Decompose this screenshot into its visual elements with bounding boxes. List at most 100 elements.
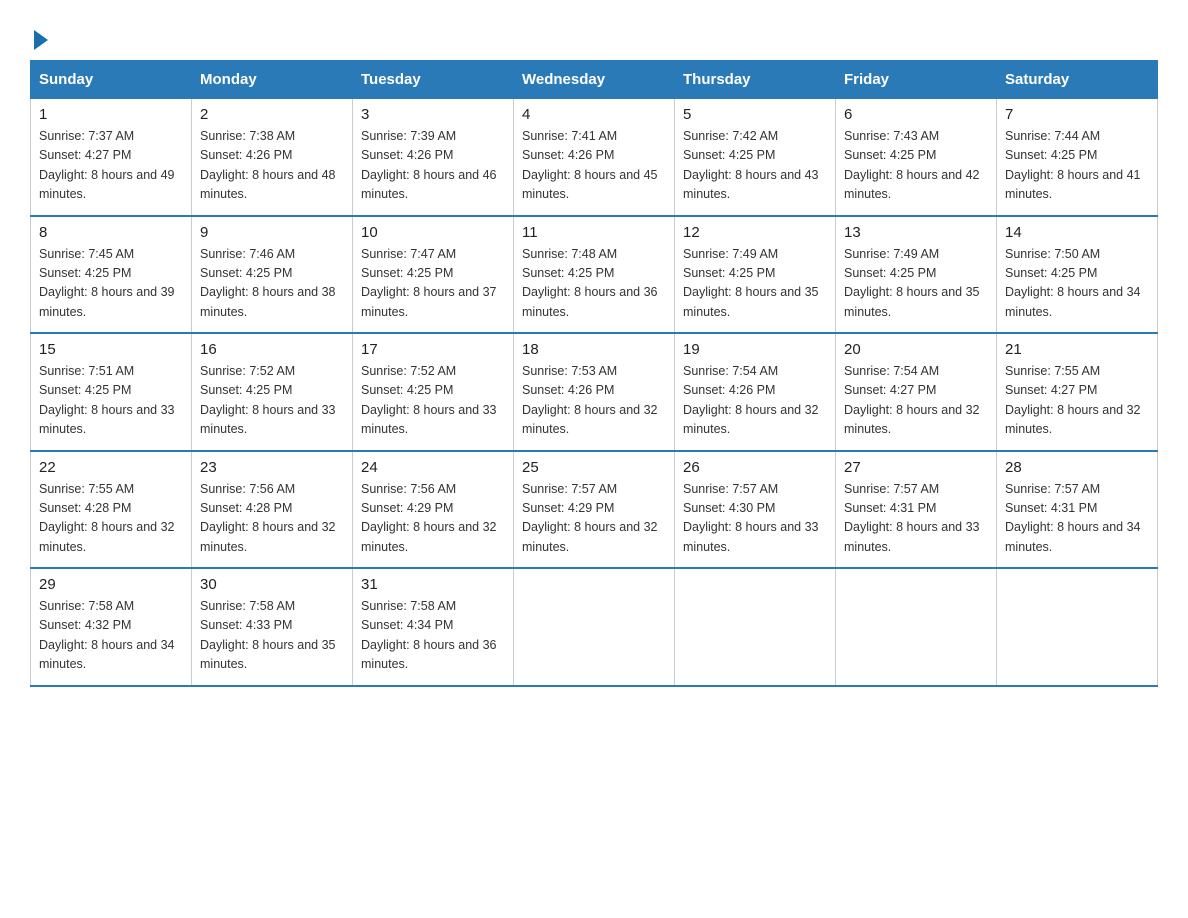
calendar-cell: 24 Sunrise: 7:56 AMSunset: 4:29 PMDaylig… [353, 451, 514, 569]
calendar-cell: 2 Sunrise: 7:38 AMSunset: 4:26 PMDayligh… [192, 99, 353, 216]
day-info: Sunrise: 7:47 AMSunset: 4:25 PMDaylight:… [361, 247, 497, 319]
day-info: Sunrise: 7:37 AMSunset: 4:27 PMDaylight:… [39, 129, 175, 201]
calendar-cell: 30 Sunrise: 7:58 AMSunset: 4:33 PMDaylig… [192, 568, 353, 686]
day-number: 31 [361, 576, 505, 593]
calendar-cell: 19 Sunrise: 7:54 AMSunset: 4:26 PMDaylig… [675, 333, 836, 451]
day-info: Sunrise: 7:55 AMSunset: 4:28 PMDaylight:… [39, 482, 175, 554]
day-number: 24 [361, 459, 505, 476]
weekday-header-sunday: Sunday [31, 61, 192, 99]
day-info: Sunrise: 7:57 AMSunset: 4:31 PMDaylight:… [1005, 482, 1141, 554]
weekday-header-row: SundayMondayTuesdayWednesdayThursdayFrid… [31, 61, 1158, 99]
day-number: 15 [39, 341, 183, 358]
calendar-cell: 17 Sunrise: 7:52 AMSunset: 4:25 PMDaylig… [353, 333, 514, 451]
day-info: Sunrise: 7:57 AMSunset: 4:31 PMDaylight:… [844, 482, 980, 554]
day-number: 8 [39, 224, 183, 241]
calendar-cell: 14 Sunrise: 7:50 AMSunset: 4:25 PMDaylig… [997, 216, 1158, 334]
day-number: 21 [1005, 341, 1149, 358]
calendar-week-row: 29 Sunrise: 7:58 AMSunset: 4:32 PMDaylig… [31, 568, 1158, 686]
calendar-cell [675, 568, 836, 686]
calendar-cell: 3 Sunrise: 7:39 AMSunset: 4:26 PMDayligh… [353, 99, 514, 216]
day-number: 10 [361, 224, 505, 241]
day-info: Sunrise: 7:58 AMSunset: 4:33 PMDaylight:… [200, 599, 336, 671]
weekday-header-friday: Friday [836, 61, 997, 99]
day-number: 25 [522, 459, 666, 476]
day-number: 2 [200, 106, 344, 123]
calendar-cell: 4 Sunrise: 7:41 AMSunset: 4:26 PMDayligh… [514, 99, 675, 216]
weekday-header-wednesday: Wednesday [514, 61, 675, 99]
day-info: Sunrise: 7:38 AMSunset: 4:26 PMDaylight:… [200, 129, 336, 201]
calendar-cell: 29 Sunrise: 7:58 AMSunset: 4:32 PMDaylig… [31, 568, 192, 686]
day-info: Sunrise: 7:52 AMSunset: 4:25 PMDaylight:… [361, 364, 497, 436]
day-number: 18 [522, 341, 666, 358]
calendar-cell: 18 Sunrise: 7:53 AMSunset: 4:26 PMDaylig… [514, 333, 675, 451]
calendar-week-row: 22 Sunrise: 7:55 AMSunset: 4:28 PMDaylig… [31, 451, 1158, 569]
calendar-cell: 15 Sunrise: 7:51 AMSunset: 4:25 PMDaylig… [31, 333, 192, 451]
weekday-header-thursday: Thursday [675, 61, 836, 99]
calendar-table: SundayMondayTuesdayWednesdayThursdayFrid… [30, 60, 1158, 687]
day-info: Sunrise: 7:52 AMSunset: 4:25 PMDaylight:… [200, 364, 336, 436]
day-info: Sunrise: 7:44 AMSunset: 4:25 PMDaylight:… [1005, 129, 1141, 201]
calendar-cell: 6 Sunrise: 7:43 AMSunset: 4:25 PMDayligh… [836, 99, 997, 216]
day-info: Sunrise: 7:45 AMSunset: 4:25 PMDaylight:… [39, 247, 175, 319]
calendar-cell: 12 Sunrise: 7:49 AMSunset: 4:25 PMDaylig… [675, 216, 836, 334]
calendar-cell: 23 Sunrise: 7:56 AMSunset: 4:28 PMDaylig… [192, 451, 353, 569]
day-number: 7 [1005, 106, 1149, 123]
calendar-cell: 16 Sunrise: 7:52 AMSunset: 4:25 PMDaylig… [192, 333, 353, 451]
day-number: 20 [844, 341, 988, 358]
day-number: 22 [39, 459, 183, 476]
day-info: Sunrise: 7:57 AMSunset: 4:29 PMDaylight:… [522, 482, 658, 554]
day-number: 28 [1005, 459, 1149, 476]
calendar-week-row: 1 Sunrise: 7:37 AMSunset: 4:27 PMDayligh… [31, 99, 1158, 216]
weekday-header-saturday: Saturday [997, 61, 1158, 99]
calendar-week-row: 15 Sunrise: 7:51 AMSunset: 4:25 PMDaylig… [31, 333, 1158, 451]
logo-blue-text [30, 30, 48, 50]
day-number: 6 [844, 106, 988, 123]
day-number: 17 [361, 341, 505, 358]
calendar-cell: 27 Sunrise: 7:57 AMSunset: 4:31 PMDaylig… [836, 451, 997, 569]
day-info: Sunrise: 7:39 AMSunset: 4:26 PMDaylight:… [361, 129, 497, 201]
day-info: Sunrise: 7:49 AMSunset: 4:25 PMDaylight:… [683, 247, 819, 319]
day-number: 30 [200, 576, 344, 593]
calendar-cell: 1 Sunrise: 7:37 AMSunset: 4:27 PMDayligh… [31, 99, 192, 216]
weekday-header-monday: Monday [192, 61, 353, 99]
day-number: 27 [844, 459, 988, 476]
day-number: 19 [683, 341, 827, 358]
calendar-cell: 13 Sunrise: 7:49 AMSunset: 4:25 PMDaylig… [836, 216, 997, 334]
day-number: 26 [683, 459, 827, 476]
calendar-cell: 11 Sunrise: 7:48 AMSunset: 4:25 PMDaylig… [514, 216, 675, 334]
day-number: 3 [361, 106, 505, 123]
day-info: Sunrise: 7:58 AMSunset: 4:34 PMDaylight:… [361, 599, 497, 671]
day-info: Sunrise: 7:57 AMSunset: 4:30 PMDaylight:… [683, 482, 819, 554]
calendar-cell: 28 Sunrise: 7:57 AMSunset: 4:31 PMDaylig… [997, 451, 1158, 569]
day-info: Sunrise: 7:56 AMSunset: 4:29 PMDaylight:… [361, 482, 497, 554]
calendar-cell: 5 Sunrise: 7:42 AMSunset: 4:25 PMDayligh… [675, 99, 836, 216]
day-number: 14 [1005, 224, 1149, 241]
day-info: Sunrise: 7:54 AMSunset: 4:27 PMDaylight:… [844, 364, 980, 436]
day-info: Sunrise: 7:56 AMSunset: 4:28 PMDaylight:… [200, 482, 336, 554]
day-info: Sunrise: 7:49 AMSunset: 4:25 PMDaylight:… [844, 247, 980, 319]
day-number: 23 [200, 459, 344, 476]
day-info: Sunrise: 7:55 AMSunset: 4:27 PMDaylight:… [1005, 364, 1141, 436]
calendar-cell [997, 568, 1158, 686]
day-number: 16 [200, 341, 344, 358]
calendar-cell: 21 Sunrise: 7:55 AMSunset: 4:27 PMDaylig… [997, 333, 1158, 451]
day-info: Sunrise: 7:42 AMSunset: 4:25 PMDaylight:… [683, 129, 819, 201]
day-info: Sunrise: 7:48 AMSunset: 4:25 PMDaylight:… [522, 247, 658, 319]
day-number: 9 [200, 224, 344, 241]
day-info: Sunrise: 7:46 AMSunset: 4:25 PMDaylight:… [200, 247, 336, 319]
calendar-cell [836, 568, 997, 686]
day-number: 12 [683, 224, 827, 241]
calendar-cell: 9 Sunrise: 7:46 AMSunset: 4:25 PMDayligh… [192, 216, 353, 334]
calendar-cell: 26 Sunrise: 7:57 AMSunset: 4:30 PMDaylig… [675, 451, 836, 569]
day-info: Sunrise: 7:58 AMSunset: 4:32 PMDaylight:… [39, 599, 175, 671]
calendar-week-row: 8 Sunrise: 7:45 AMSunset: 4:25 PMDayligh… [31, 216, 1158, 334]
calendar-cell: 10 Sunrise: 7:47 AMSunset: 4:25 PMDaylig… [353, 216, 514, 334]
calendar-cell: 31 Sunrise: 7:58 AMSunset: 4:34 PMDaylig… [353, 568, 514, 686]
day-info: Sunrise: 7:53 AMSunset: 4:26 PMDaylight:… [522, 364, 658, 436]
day-number: 11 [522, 224, 666, 241]
page-header [30, 20, 1158, 50]
day-info: Sunrise: 7:43 AMSunset: 4:25 PMDaylight:… [844, 129, 980, 201]
calendar-cell: 25 Sunrise: 7:57 AMSunset: 4:29 PMDaylig… [514, 451, 675, 569]
calendar-cell: 22 Sunrise: 7:55 AMSunset: 4:28 PMDaylig… [31, 451, 192, 569]
calendar-cell: 8 Sunrise: 7:45 AMSunset: 4:25 PMDayligh… [31, 216, 192, 334]
